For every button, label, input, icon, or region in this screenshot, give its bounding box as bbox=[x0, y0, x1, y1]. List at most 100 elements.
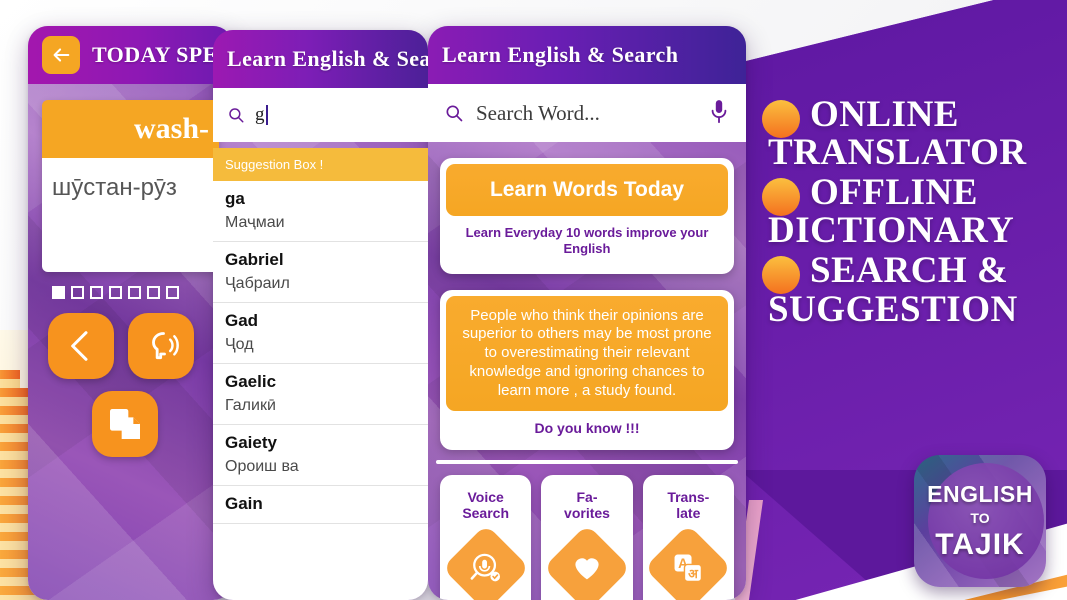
page-indicator-dot[interactable] bbox=[166, 286, 179, 299]
suggestion-item[interactable]: ga Маҷмаи bbox=[213, 181, 428, 242]
feature-icon-tile bbox=[441, 524, 530, 600]
page-indicator-dot[interactable] bbox=[128, 286, 141, 299]
page-indicator[interactable] bbox=[52, 286, 233, 299]
promo-line-2: SUGGESTION bbox=[768, 288, 1018, 330]
search-bar[interactable]: Search Word... bbox=[428, 84, 746, 142]
search-icon bbox=[446, 105, 463, 122]
suggestion-item[interactable]: Gaelic Галикӣ bbox=[213, 364, 428, 425]
suggestion-word-en: ga bbox=[225, 189, 245, 208]
page-indicator-dot[interactable] bbox=[52, 286, 65, 299]
did-you-know-card[interactable]: People who think their opinions are supe… bbox=[440, 289, 734, 451]
chevron-left-icon bbox=[71, 331, 88, 361]
quote-footer: Do you know !!! bbox=[534, 420, 640, 437]
promo-text-block: OFFLINE DICTIONARY bbox=[768, 172, 1014, 250]
phone-screen-home: Learn English & Search Search Word... Le… bbox=[428, 26, 746, 600]
arrow-left-icon bbox=[53, 48, 70, 62]
feature-card-row: Voice Search Fa-vorites Trans- late A अ bbox=[440, 475, 734, 600]
suggestion-word-en: Gaelic bbox=[225, 372, 277, 391]
feature-card-translate[interactable]: Trans-late A अ bbox=[642, 475, 734, 600]
decorative-stripe bbox=[0, 370, 20, 379]
suggestion-word-en: Gain bbox=[225, 494, 263, 513]
page-indicator-dot[interactable] bbox=[90, 286, 103, 299]
heart-icon bbox=[575, 558, 599, 580]
feature-label: Fa-vorites bbox=[564, 489, 610, 522]
previous-button[interactable] bbox=[48, 313, 114, 379]
promo-feature-list: ONLINE TRANSLATOR OFFLINE DICTIONARY SEA… bbox=[762, 94, 1062, 331]
suggestion-list[interactable]: ga Маҷмаи Gabriel Ҷабраил Gad Ҷод Gaelic Галикӣ… bbox=[213, 181, 428, 524]
text-caret bbox=[265, 105, 268, 125]
badge-line-3: TAJIK bbox=[935, 527, 1025, 561]
copy-button[interactable] bbox=[92, 391, 158, 457]
promo-item: ONLINE TRANSLATOR bbox=[762, 94, 1062, 172]
svg-text:अ: अ bbox=[688, 566, 699, 581]
suggestion-word-tj: Ҷод bbox=[225, 336, 254, 353]
badge-line-2: TO bbox=[970, 509, 990, 526]
quote-banner: People who think their opinions are supe… bbox=[446, 295, 728, 412]
section-divider bbox=[436, 460, 738, 465]
learn-words-title: Learn Words Today bbox=[489, 178, 685, 201]
app-icon-badge: ENGLISH TO TAJIK bbox=[914, 455, 1046, 587]
speaker-head-icon bbox=[152, 332, 180, 360]
promo-line-1: ONLINE bbox=[810, 94, 959, 135]
phone3-appbar: Learn English & Search bbox=[428, 26, 746, 84]
phone2-title: Learn English & Search bbox=[227, 46, 428, 71]
page-indicator-dot[interactable] bbox=[71, 286, 84, 299]
suggestion-word-tj: Маҷмаи bbox=[225, 214, 285, 231]
promo-text-block: ONLINE TRANSLATOR bbox=[768, 94, 1027, 172]
back-button[interactable] bbox=[42, 36, 80, 74]
translation-text: шӯстан-рӯз bbox=[42, 158, 219, 272]
suggestion-word-en: Gaiety bbox=[225, 433, 277, 452]
voice-search-icon bbox=[470, 554, 500, 582]
promo-line-1: SEARCH & bbox=[810, 250, 1009, 292]
phone1-appbar: TODAY SPELL bbox=[28, 26, 233, 84]
suggestion-item[interactable]: Gaiety Ороиш ва bbox=[213, 425, 428, 486]
search-icon bbox=[229, 108, 244, 123]
search-bar[interactable]: g bbox=[213, 88, 428, 142]
copy-icon bbox=[110, 409, 140, 439]
suggestion-word-tj: Галикӣ bbox=[225, 397, 276, 414]
search-input[interactable]: Search Word... bbox=[476, 101, 708, 126]
promo-item: SEARCH & SUGGESTION bbox=[762, 252, 1062, 328]
learn-words-subtitle: Learn Everyday 10 words improve your Eng… bbox=[465, 225, 709, 257]
translate-icon: A अ bbox=[674, 554, 703, 583]
speak-button[interactable] bbox=[128, 313, 195, 379]
promo-text-block: SEARCH & SUGGESTION bbox=[768, 250, 1018, 328]
feature-card-favorites[interactable]: Fa-vorites bbox=[541, 475, 633, 600]
badge-text: ENGLISH TO TAJIK bbox=[914, 455, 1046, 587]
suggestion-item[interactable]: Gain bbox=[213, 486, 428, 524]
suggestion-item[interactable]: Gad Ҷод bbox=[213, 303, 428, 364]
phone2-appbar: Learn English & Search bbox=[213, 30, 428, 88]
microphone-icon[interactable] bbox=[708, 98, 730, 128]
learn-words-card[interactable]: Learn Words Today Learn Everyday 10 word… bbox=[440, 158, 734, 274]
promo-line-2: TRANSLATOR bbox=[768, 132, 1027, 174]
decorative-stripe bbox=[0, 388, 28, 397]
phone1-action-buttons bbox=[28, 313, 233, 457]
suggestion-box-header: Suggestion Box ! bbox=[213, 148, 428, 181]
poster-stage: TODAY SPELL wash- шӯстан-рӯз Learn Engli… bbox=[0, 0, 1067, 600]
promo-line-1: OFFLINE bbox=[810, 172, 978, 214]
search-input[interactable]: g bbox=[255, 104, 265, 126]
phone3-title: Learn English & Search bbox=[442, 42, 679, 67]
word-card: wash- шӯстан-рӯз bbox=[42, 100, 219, 272]
learn-words-banner: Learn Words Today bbox=[446, 164, 728, 216]
badge-line-1: ENGLISH bbox=[927, 480, 1033, 507]
promo-line-2: DICTIONARY bbox=[768, 210, 1015, 252]
feature-label: Voice Search bbox=[462, 489, 510, 522]
page-indicator-dot[interactable] bbox=[147, 286, 160, 299]
promo-item: OFFLINE DICTIONARY bbox=[762, 174, 1062, 250]
word-text: wash- bbox=[42, 100, 219, 158]
suggestion-item[interactable]: Gabriel Ҷабраил bbox=[213, 242, 428, 303]
suggestion-word-tj: Ороиш ва bbox=[225, 458, 299, 475]
phone-screen-today-spell: TODAY SPELL wash- шӯстан-рӯз bbox=[28, 26, 233, 600]
feature-card-voice-search[interactable]: Voice Search bbox=[440, 475, 532, 600]
feature-icon-tile: A अ bbox=[644, 524, 733, 600]
suggestion-word-en: Gabriel bbox=[225, 250, 284, 269]
phone1-title: TODAY SPELL bbox=[92, 42, 233, 67]
page-indicator-dot[interactable] bbox=[109, 286, 122, 299]
phone-screen-suggestions: Learn English & Search g Suggestion Box … bbox=[213, 30, 428, 600]
quote-text: People who think their opinions are supe… bbox=[462, 306, 712, 399]
suggestion-word-en: Gad bbox=[225, 311, 259, 330]
feature-icon-tile bbox=[543, 524, 631, 600]
suggestion-box: Suggestion Box ! ga Маҷмаи Gabriel Ҷабраил G… bbox=[213, 148, 428, 600]
feature-label: Trans-late bbox=[667, 489, 710, 522]
